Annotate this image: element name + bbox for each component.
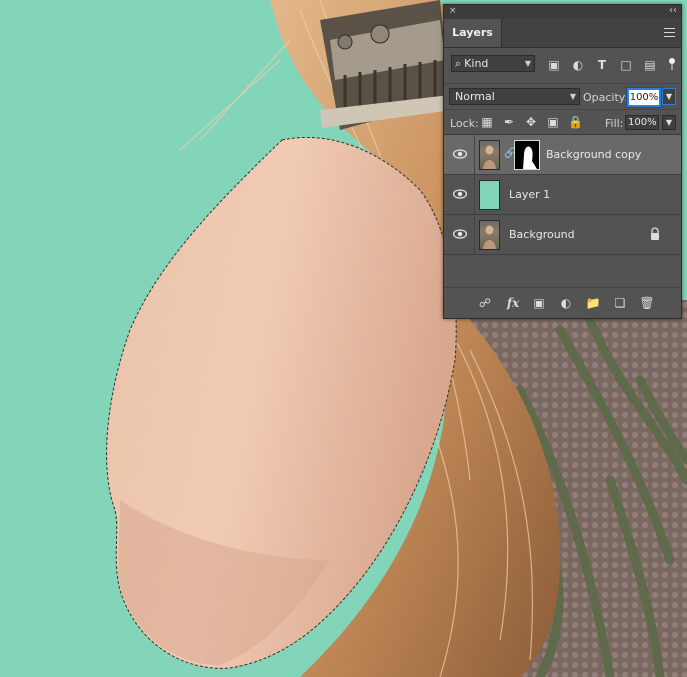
lock-row: Lock: ▦ ✒ ✥ ▣ 🔒 Fill: 100% ▼	[444, 109, 681, 135]
type-filter-icon[interactable]: T	[595, 58, 609, 72]
eye-visibility-icon[interactable]	[453, 149, 467, 159]
mask-link-chain-icon[interactable]: 🔗	[504, 148, 516, 162]
link-layers-icon[interactable]: ☍	[477, 295, 493, 311]
adjustment-filter-icon[interactable]: ◐	[571, 58, 585, 72]
opacity-input[interactable]: 100%	[626, 87, 662, 108]
lock-label: Lock:	[450, 117, 479, 130]
panel-menu-icon[interactable]	[664, 28, 675, 37]
filter-kind-label: Kind	[464, 57, 489, 70]
panel-footer: ☍ fx ▣ ◐ 📁 ❏ 🗑	[444, 287, 681, 318]
visibility-divider	[474, 175, 475, 214]
blend-mode-value: Normal	[455, 90, 495, 103]
lock-artboard-icon[interactable]: ▣	[546, 115, 560, 129]
layer-thumbnail[interactable]	[479, 180, 500, 210]
chevron-down-icon: ▼	[569, 92, 576, 101]
filter-row: ⌕ Kind ▼ ▣ ◐ T □ ▤	[444, 51, 681, 77]
layer-thumbnail[interactable]	[479, 140, 500, 170]
opacity-label: Opacity:	[583, 91, 629, 104]
blend-mode-select[interactable]: Normal ▼	[449, 88, 580, 105]
layer-thumbnail[interactable]	[479, 220, 500, 250]
shape-filter-icon[interactable]: □	[619, 58, 633, 72]
lock-paint-brush-icon[interactable]: ✒	[502, 115, 516, 129]
smart-object-filter-icon[interactable]: ▤	[643, 58, 657, 72]
collapse-panel-button[interactable]: ‹‹	[669, 5, 677, 16]
search-icon: ⌕	[455, 56, 462, 70]
panel-title-strip: × ‹‹	[444, 5, 681, 20]
visibility-divider	[474, 135, 475, 174]
layer-name: Background copy	[546, 148, 642, 161]
layer-row-layer-1[interactable]: Layer 1	[444, 175, 681, 215]
layer-name: Background	[509, 228, 575, 241]
lock-transparency-icon[interactable]: ▦	[480, 115, 494, 129]
layers-panel: × ‹‹ Layers ⌕ Kind ▼ ▣ ◐ T □ ▤ Normal ▼ …	[443, 4, 682, 319]
chevron-down-icon: ▼	[524, 59, 531, 68]
fx-icon[interactable]: fx	[505, 295, 521, 311]
eye-visibility-icon[interactable]	[453, 229, 467, 239]
tab-layers[interactable]: Layers	[444, 19, 502, 47]
image-filter-icon[interactable]: ▣	[547, 58, 561, 72]
adjustment-layer-icon[interactable]: ◐	[558, 295, 574, 311]
layer-row-background-copy[interactable]: 🔗 Background copy	[444, 135, 681, 175]
layer-mask-thumbnail[interactable]	[514, 140, 540, 170]
close-panel-button[interactable]: ×	[449, 6, 457, 16]
metal-cuff	[320, 0, 452, 130]
eye-visibility-icon[interactable]	[453, 189, 467, 199]
layers-list: 🔗 Background copy Layer 1 Background	[444, 135, 681, 255]
lock-icon[interactable]	[649, 227, 661, 241]
blend-row: Normal ▼ Opacity: 100% ▼	[444, 83, 681, 108]
group-folder-icon[interactable]: 📁	[585, 295, 601, 311]
layer-row-background[interactable]: Background	[444, 215, 681, 255]
visibility-divider	[474, 215, 475, 254]
trash-icon[interactable]: 🗑	[639, 295, 655, 311]
fill-input[interactable]: 100%	[625, 115, 659, 130]
panel-tab-row: Layers	[444, 19, 681, 48]
fill-dropdown-button[interactable]: ▼	[662, 115, 676, 130]
filter-kind-select[interactable]: ⌕ Kind ▼	[451, 55, 535, 72]
opacity-dropdown-button[interactable]: ▼	[662, 88, 676, 105]
layer-name: Layer 1	[509, 188, 551, 201]
filter-toggle-icon[interactable]	[669, 58, 675, 70]
add-mask-icon[interactable]: ▣	[531, 295, 547, 311]
new-layer-icon[interactable]: ❏	[612, 295, 628, 311]
fill-label: Fill:	[605, 117, 624, 130]
lock-position-move-icon[interactable]: ✥	[524, 115, 538, 129]
lock-all-icon[interactable]: 🔒	[568, 115, 583, 129]
